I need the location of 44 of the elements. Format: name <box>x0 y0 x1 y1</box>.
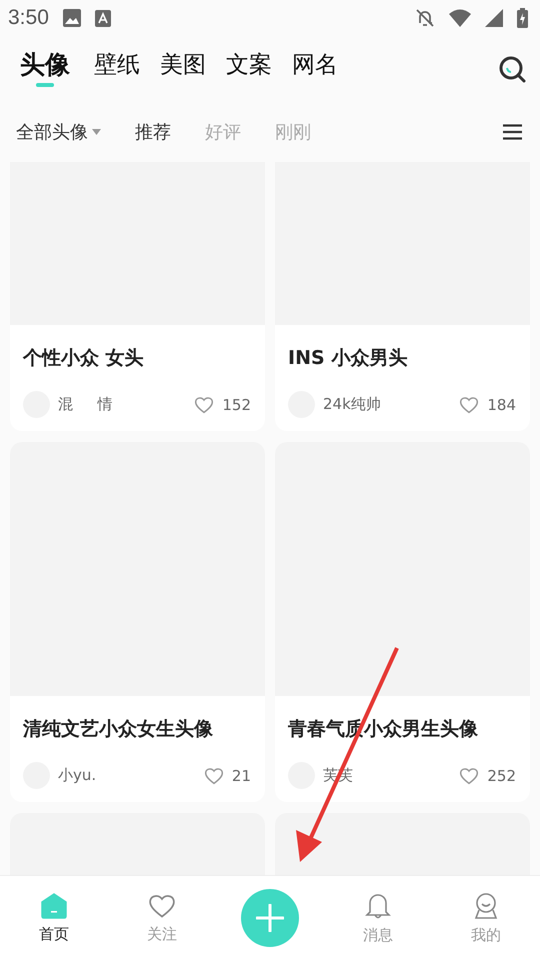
heart-icon <box>459 766 480 784</box>
category-tab[interactable]: 网名 <box>292 48 338 90</box>
like-count: 152 <box>222 396 251 414</box>
caret-icon <box>92 129 101 135</box>
image-icon <box>62 9 81 27</box>
wifi-icon <box>449 9 471 27</box>
nav-label: 关注 <box>147 924 177 944</box>
post-card[interactable]: 个性小众 女头 混 情 152 <box>10 162 265 431</box>
dropdown[interactable]: 全部头像 <box>16 120 101 144</box>
nav-item[interactable]: 首页 <box>0 892 108 944</box>
battery-icon <box>517 8 528 28</box>
bell-off-icon <box>415 8 435 28</box>
author-name: 24k纯帅 <box>323 395 382 414</box>
heart-icon <box>459 396 480 414</box>
nav-label: 我的 <box>471 926 501 944</box>
author-name: 混 情 <box>58 395 114 414</box>
post-title: 清纯文艺小众女生头像 <box>23 717 214 742</box>
category-tab[interactable]: 头像 <box>20 48 70 90</box>
status-time: 3:50 <box>8 6 49 30</box>
nav-label: 首页 <box>39 924 69 944</box>
plus-icon <box>256 904 284 932</box>
post-card[interactable]: 清纯文艺小众女生头像 小yu. 21 <box>10 442 265 802</box>
signal-icon <box>485 9 503 27</box>
nav-label: 消息 <box>363 926 393 944</box>
post-title: 个性小众 女头 <box>23 346 145 371</box>
heart-icon <box>194 396 214 414</box>
category-tab[interactable]: 文案 <box>226 48 272 90</box>
like-count: 252 <box>487 766 516 784</box>
category-tab[interactable]: 壁纸 <box>94 48 140 90</box>
like-count: 21 <box>232 766 251 784</box>
home-icon <box>41 892 67 918</box>
menu-icon[interactable] <box>503 124 522 140</box>
heart-icon <box>148 892 176 918</box>
bell-icon <box>365 892 391 920</box>
post-card[interactable]: INS 小众男头 24k纯帅 184 <box>275 162 530 431</box>
search-icon[interactable] <box>498 55 526 83</box>
font-icon <box>94 10 111 26</box>
profile-icon <box>473 892 499 920</box>
filter-option[interactable]: 推荐 <box>135 120 171 144</box>
category-tab[interactable]: 美图 <box>160 48 206 90</box>
like-count: 184 <box>487 396 516 414</box>
heart-icon <box>204 766 224 784</box>
post-title: INS 小众男头 <box>288 346 408 371</box>
author-name: 小yu. <box>58 766 98 785</box>
